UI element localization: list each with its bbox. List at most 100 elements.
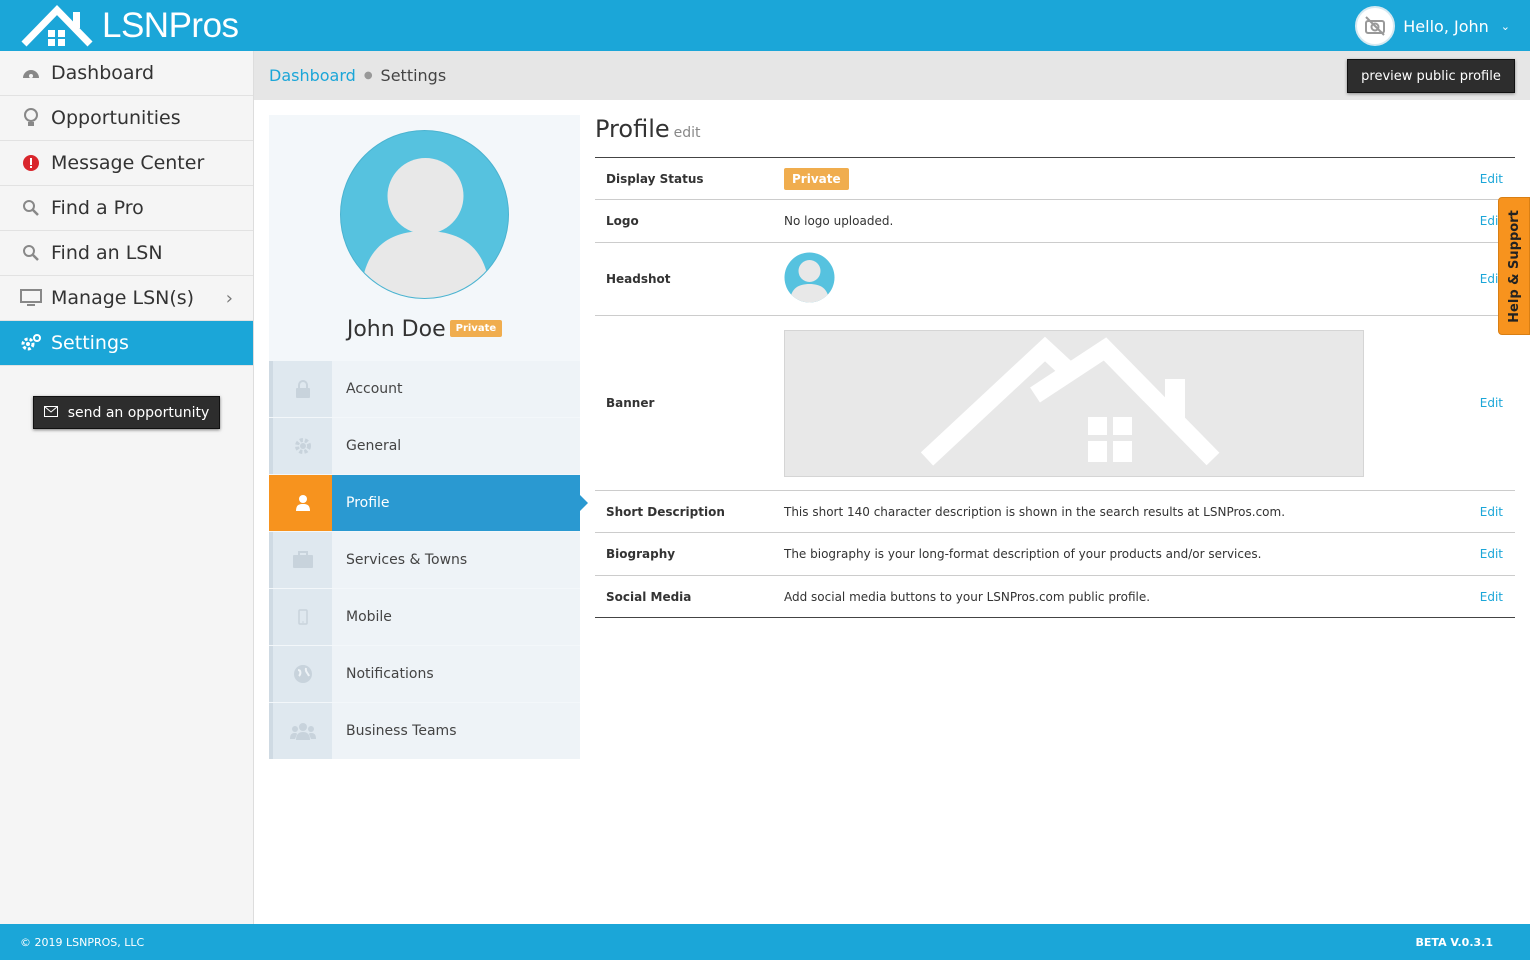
sidebar-item-opportunities[interactable]: Opportunities (0, 96, 253, 141)
sidebar-item-label: Opportunities (51, 107, 181, 129)
settings-menu-mobile[interactable]: Mobile (269, 589, 580, 645)
gears-icon (20, 332, 42, 354)
row-value: Add social media buttons to your LSNPros… (784, 589, 1151, 604)
settings-menu-label: Mobile (346, 609, 392, 625)
edit-banner-link[interactable]: Edit (1475, 396, 1515, 410)
settings-menu-label: General (346, 438, 402, 454)
edit-social-media-link[interactable]: Edit (1475, 590, 1515, 604)
footer: © 2019 LSNPROS, LLC BETA V.0.3.1 (0, 924, 1530, 960)
user-icon (269, 475, 332, 531)
edit-short-description-link[interactable]: Edit (1475, 505, 1515, 519)
row-banner: Banner Edit (595, 316, 1515, 491)
title-edit-link[interactable]: edit (674, 125, 701, 141)
house-logo-icon (21, 4, 93, 47)
breadcrumb-separator: ● (363, 70, 373, 81)
settings-menu-account[interactable]: Account (269, 361, 580, 417)
profile-panel: John Doe Private Account General Profile … (269, 115, 588, 760)
search-icon (20, 242, 42, 264)
user-menu[interactable]: Hello, John ⌄ (1355, 6, 1510, 46)
sidebar-item-manage-lsns[interactable]: Manage LSN(s) › (0, 276, 253, 321)
brand-name: LSNPros (102, 6, 239, 45)
row-value (784, 329, 1475, 477)
status-badge: Private (449, 319, 503, 337)
row-label: Biography (606, 547, 676, 561)
settings-menu-label: Business Teams (346, 723, 457, 739)
settings-menu-services-towns[interactable]: Services & Towns (269, 532, 580, 588)
sidebar-item-dashboard[interactable]: Dashboard (0, 51, 253, 96)
breadcrumb-bar: Dashboard ● Settings preview public prof… (254, 51, 1530, 100)
row-label: Social Media (606, 589, 692, 604)
page-title-text: Profile (595, 115, 670, 143)
breadcrumb: Dashboard ● Settings (269, 66, 446, 85)
profile-name: John Doe (346, 317, 446, 342)
preview-public-profile-button[interactable]: preview public profile (1347, 59, 1515, 93)
sidebar-item-label: Manage LSN(s) (51, 287, 195, 309)
edit-biography-link[interactable]: Edit (1475, 547, 1515, 561)
settings-menu-general[interactable]: General (269, 418, 580, 474)
settings-menu: Account General Profile Services & Towns… (269, 361, 588, 760)
row-label: Logo (606, 214, 639, 228)
brand-logo[interactable]: LSNPros (20, 4, 239, 48)
sidebar-item-label: Message Center (51, 152, 205, 174)
version-label: BETA V.0.3.1 (1415, 936, 1493, 949)
profile-avatar (340, 130, 509, 299)
chevron-down-icon: ⌄ (1500, 19, 1510, 33)
breadcrumb-dashboard-link[interactable]: Dashboard (269, 66, 356, 85)
sidebar-item-find-a-pro[interactable]: Find a Pro (0, 186, 253, 231)
row-headshot: Headshot Edit (595, 243, 1515, 316)
sidebar-item-find-an-lsn[interactable]: Find an LSN (0, 231, 253, 276)
edit-display-status-link[interactable]: Edit (1475, 172, 1515, 186)
send-opportunity-label: send an opportunity (67, 404, 210, 421)
settings-menu-profile[interactable]: Profile (269, 475, 588, 531)
search-icon (20, 197, 42, 219)
monitor-icon (20, 287, 42, 309)
lightbulb-icon (20, 107, 42, 129)
page-title: Profile edit (595, 115, 1515, 158)
settings-menu-notifications[interactable]: Notifications (269, 646, 580, 702)
row-biography: Biography The biography is your long-for… (595, 533, 1515, 576)
display-status-badge: Private (784, 167, 849, 190)
row-value: No logo uploaded. (784, 214, 894, 228)
sidebar-item-label: Dashboard (51, 62, 155, 84)
settings-menu-label: Account (346, 381, 403, 397)
help-support-label: Help & Support (1506, 209, 1522, 323)
row-value: This short 140 character description is … (784, 504, 1286, 519)
house-logo-icon (920, 336, 1220, 466)
mobile-icon (269, 589, 332, 645)
user-silhouette-icon (361, 158, 490, 298)
row-label: Headshot (606, 272, 671, 286)
no-photo-icon (1365, 16, 1386, 36)
sidebar-item-label: Find an LSN (51, 242, 163, 264)
globe-icon (269, 646, 332, 702)
settings-menu-label: Notifications (346, 666, 434, 682)
users-icon (269, 703, 332, 759)
settings-menu-business-teams[interactable]: Business Teams (269, 703, 580, 759)
gear-icon (269, 418, 332, 474)
row-value: The biography is your long-format descri… (784, 547, 1262, 561)
alert-icon (20, 152, 42, 174)
row-value: Private (784, 167, 1475, 190)
headshot-thumbnail (784, 252, 835, 303)
user-avatar (1355, 6, 1396, 46)
help-support-tab[interactable]: Help & Support (1498, 197, 1530, 335)
settings-menu-label: Services & Towns (346, 552, 468, 568)
row-social-media: Social Media Add social media buttons to… (595, 576, 1515, 618)
sidebar: Dashboard Opportunities Message Center F… (0, 51, 254, 924)
copyright: © 2019 LSNPROS, LLC (20, 936, 145, 949)
chevron-right-icon: › (225, 288, 233, 309)
breadcrumb-current: Settings (380, 66, 447, 85)
briefcase-icon (269, 532, 332, 588)
profile-content: Profile edit Display Status Private Edit … (595, 115, 1515, 618)
top-bar: LSNPros Hello, John ⌄ (0, 0, 1530, 51)
row-label: Banner (606, 396, 655, 410)
row-label: Short Description (606, 504, 725, 519)
send-opportunity-button[interactable]: send an opportunity (33, 396, 220, 429)
sidebar-item-settings[interactable]: Settings (0, 321, 253, 366)
row-display-status: Display Status Private Edit (595, 158, 1515, 200)
user-greeting: Hello, John (1403, 16, 1489, 36)
lock-icon (269, 361, 332, 417)
row-short-description: Short Description This short 140 charact… (595, 491, 1515, 533)
sidebar-item-label: Settings (51, 332, 129, 354)
sidebar-item-message-center[interactable]: Message Center (0, 141, 253, 186)
row-value (784, 252, 1475, 306)
